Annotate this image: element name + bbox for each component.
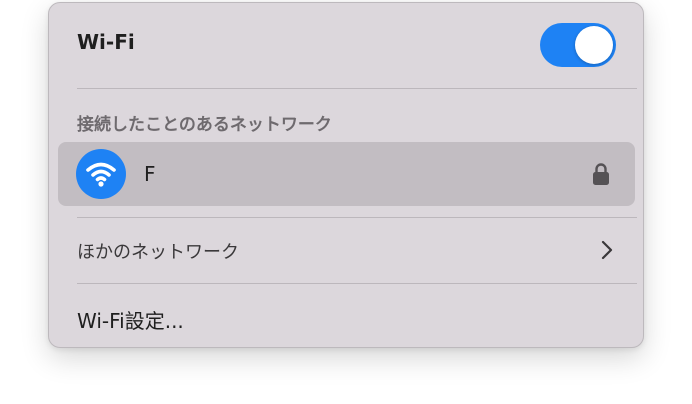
wifi-toggle[interactable] — [540, 23, 616, 67]
lock-icon — [592, 162, 610, 190]
divider — [77, 88, 637, 89]
divider — [77, 283, 637, 284]
wifi-menu: Wi-Fi 接続したことのあるネットワーク F ほかのネットワーク Wi-Fi設… — [48, 2, 644, 348]
wifi-settings-item[interactable]: Wi-Fi設定... — [58, 293, 635, 341]
network-name: F — [144, 162, 156, 186]
wifi-icon — [76, 149, 126, 199]
other-networks-label: ほかのネットワーク — [77, 242, 239, 263]
wifi-settings-label: Wi-Fi設定... — [77, 309, 184, 333]
chevron-right-icon — [601, 240, 613, 264]
wifi-title: Wi-Fi — [77, 30, 135, 54]
other-networks-row[interactable]: ほかのネットワーク — [58, 223, 635, 275]
toggle-knob — [575, 26, 613, 64]
network-item[interactable]: F — [58, 142, 635, 206]
divider — [77, 217, 637, 218]
known-networks-heading: 接続したことのあるネットワーク — [77, 115, 332, 135]
